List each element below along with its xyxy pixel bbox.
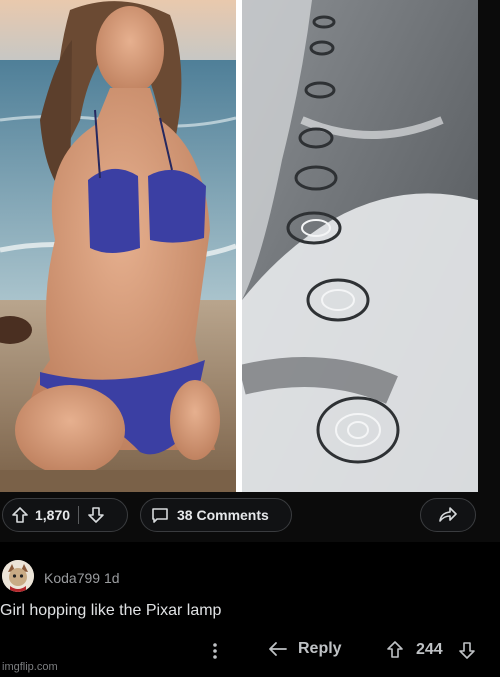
comments-count-label: 38 Comments <box>177 507 269 523</box>
reply-button[interactable]: Reply <box>268 640 342 658</box>
comment-score: 244 <box>416 641 443 658</box>
comment-username[interactable]: Koda799 1d <box>44 570 120 586</box>
comment-age: 1d <box>103 570 120 586</box>
comment-upvote-icon[interactable] <box>386 640 404 660</box>
watermark: imgflip.com <box>2 661 58 673</box>
downvote-arrow-icon[interactable] <box>87 506 105 524</box>
reply-label: Reply <box>298 640 342 657</box>
vote-separator <box>78 506 80 524</box>
comment-body: Girl hopping like the Pixar lamp <box>0 602 222 619</box>
avatar[interactable] <box>2 560 34 592</box>
image-frame-edge <box>478 0 500 492</box>
post-action-bar: 1,870 38 Comments <box>0 492 500 542</box>
vertical-dots-icon[interactable] <box>212 642 218 660</box>
post-score: 1,870 <box>35 507 71 523</box>
comments-button[interactable]: 38 Comments <box>140 498 292 532</box>
beach-photo-panel <box>0 0 236 492</box>
upvote-arrow-icon[interactable] <box>11 506 29 524</box>
reply-arrow-icon <box>268 640 288 658</box>
comment-bubble-icon <box>151 506 169 524</box>
snow-footprints-panel <box>242 0 478 492</box>
share-arrow-icon <box>438 506 458 524</box>
vote-control: 1,870 <box>2 498 128 532</box>
post-image[interactable] <box>0 0 500 492</box>
comment-downvote-icon[interactable] <box>458 640 476 660</box>
share-button[interactable] <box>420 498 476 532</box>
comment: Koda799 1d Girl hopping like the Pixar l… <box>0 542 500 677</box>
username-text[interactable]: Koda799 <box>44 570 100 586</box>
